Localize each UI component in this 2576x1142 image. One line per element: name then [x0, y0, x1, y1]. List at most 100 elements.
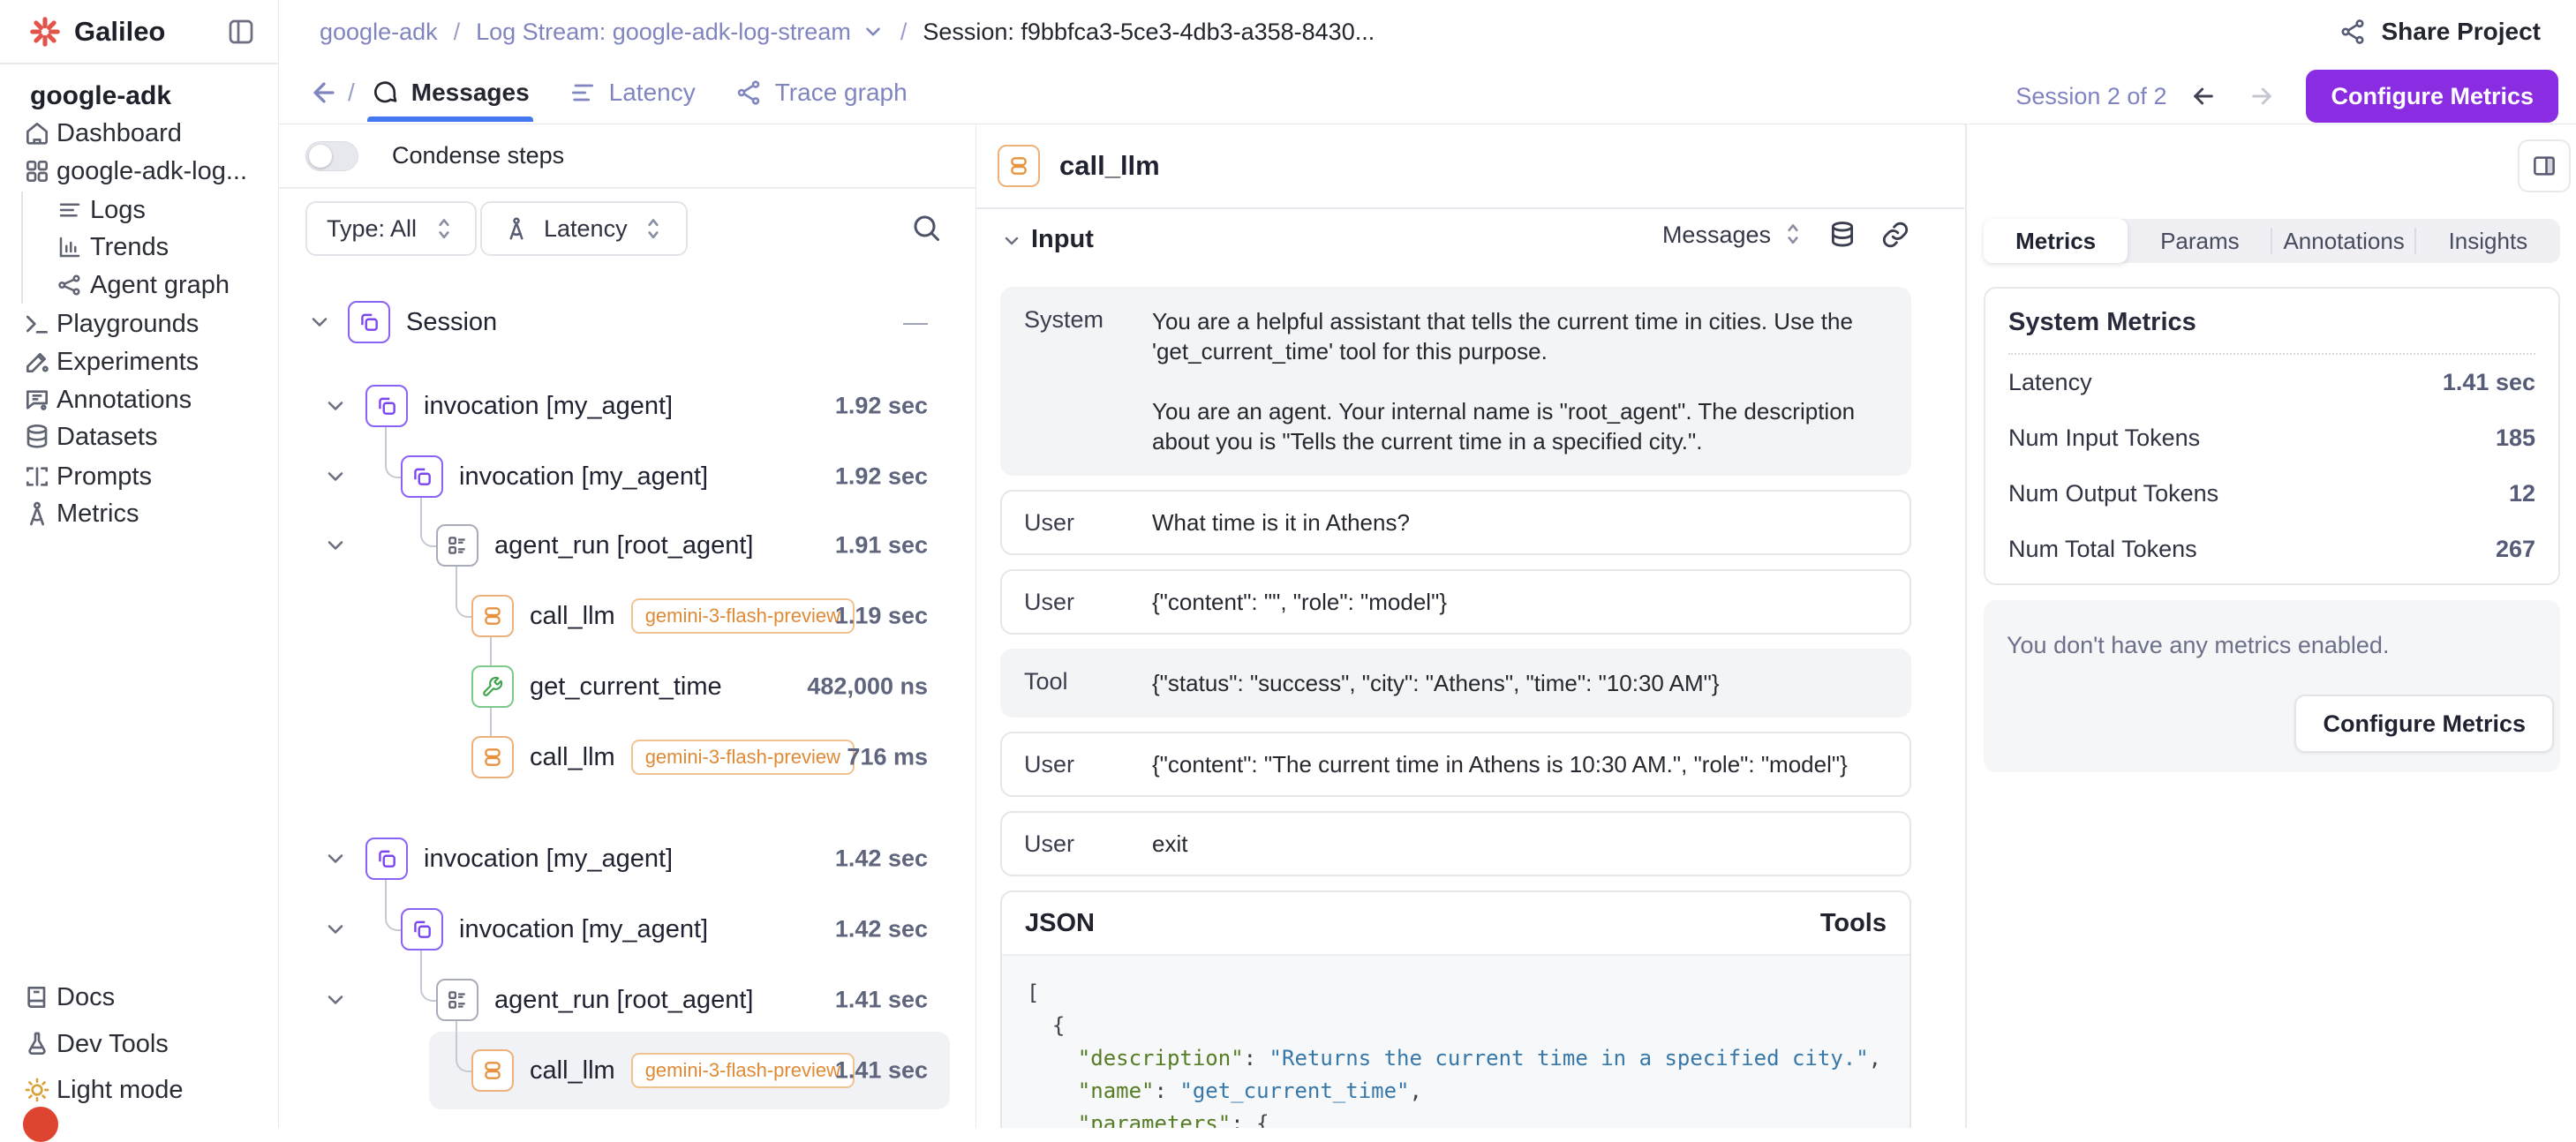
tab-params[interactable]: Params	[2128, 219, 2271, 263]
sidebar-item-prompts[interactable]: Prompts	[0, 458, 278, 495]
tree-row-invocation[interactable]: invocation [my_agent] 1.92 sec	[279, 381, 975, 431]
link-icon[interactable]	[1880, 220, 1910, 250]
brand-name: Galileo	[74, 16, 165, 48]
compass-icon	[23, 500, 51, 528]
sidebar-item-playgrounds[interactable]: Playgrounds	[0, 305, 278, 342]
model-badge: gemini-3-flash-preview	[631, 598, 855, 634]
sidebar-item-dashboard[interactable]: Dashboard	[0, 115, 278, 152]
sort-filter-dropdown[interactable]: Latency	[480, 201, 688, 256]
view-mode-select[interactable]: Messages	[1662, 221, 1804, 249]
prev-session-icon[interactable]	[2189, 82, 2218, 110]
tools-label[interactable]: Tools	[1820, 909, 1887, 938]
tab-messages[interactable]: Messages	[371, 64, 530, 122]
metric-row-input-tokens: Num Input Tokens 185	[2008, 410, 2535, 466]
chevron-down-icon[interactable]	[862, 20, 885, 43]
condense-steps-toggle[interactable]	[305, 141, 358, 171]
chevron-down-icon[interactable]	[1001, 230, 1022, 252]
tree-row-tool[interactable]: get_current_time 482,000 ns	[279, 662, 975, 711]
chevron-down-icon[interactable]	[323, 917, 348, 942]
sidebar-item-datasets[interactable]: Datasets	[0, 418, 278, 455]
breadcrumb-log-stream[interactable]: Log Stream: google-adk-log-stream	[476, 19, 851, 46]
llm-icon	[998, 145, 1040, 187]
user-avatar[interactable]	[23, 1107, 58, 1142]
metrics-empty-text: You don't have any metrics enabled.	[2007, 632, 2389, 659]
tree-row-call-llm[interactable]: call_llm gemini-3-flash-preview 1.19 sec	[279, 591, 975, 641]
home-icon	[23, 119, 51, 147]
sidebar-item-log-stream[interactable]: google-adk-log...	[0, 153, 278, 190]
tab-insights[interactable]: Insights	[2416, 219, 2560, 263]
sidebar-item-experiments[interactable]: Experiments	[0, 343, 278, 380]
condense-row: Condense steps	[279, 124, 975, 189]
graph-nodes-icon	[56, 272, 83, 298]
chevron-down-icon[interactable]	[307, 310, 332, 334]
message-user[interactable]: User What time is it in Athens?	[1000, 490, 1911, 555]
invocation-icon	[401, 455, 443, 498]
chevron-updown-icon	[642, 215, 665, 242]
pencil-icon	[23, 348, 51, 376]
metric-row-output-tokens: Num Output Tokens 12	[2008, 466, 2535, 522]
message-user[interactable]: User {"content": "The current time in At…	[1000, 732, 1911, 797]
share-project-button[interactable]: Share Project	[2339, 12, 2541, 51]
tree-row-call-llm[interactable]: call_llm gemini-3-flash-preview 716 ms	[279, 733, 975, 782]
session-icon	[348, 301, 390, 343]
tab-trace-graph[interactable]: Trace graph	[734, 64, 908, 122]
sidebar-collapse-icon[interactable]	[225, 16, 257, 48]
collapse-all-icon[interactable]: —	[903, 308, 928, 336]
tool-wrench-icon	[471, 665, 514, 708]
tab-annotations[interactable]: Annotations	[2272, 219, 2416, 263]
sidebar-item-annotations[interactable]: Annotations	[0, 381, 278, 418]
chevron-down-icon[interactable]	[323, 846, 348, 871]
sidebar-item-metrics[interactable]: Metrics	[0, 495, 278, 532]
search-icon[interactable]	[910, 212, 942, 244]
active-tab-underline	[367, 116, 533, 122]
configure-metrics-secondary-button[interactable]: Configure Metrics	[2294, 695, 2554, 753]
sidebar-item-dev-tools[interactable]: Dev Tools	[0, 1026, 278, 1063]
tree-row-session[interactable]: Session —	[279, 297, 975, 347]
sidebar-item-agent-graph[interactable]: Agent graph	[0, 267, 278, 304]
type-filter-dropdown[interactable]: Type: All	[305, 201, 477, 256]
compass-icon	[503, 215, 530, 242]
chevron-down-icon[interactable]	[323, 533, 348, 558]
dataset-icon[interactable]	[1827, 220, 1857, 250]
tree-row-call-llm-selected[interactable]: call_llm gemini-3-flash-preview 1.41 sec	[279, 1046, 975, 1095]
chevron-down-icon[interactable]	[323, 464, 348, 489]
tree-row-invocation[interactable]: invocation [my_agent] 1.92 sec	[279, 452, 975, 501]
chevron-down-icon[interactable]	[323, 394, 348, 418]
chevron-down-icon[interactable]	[323, 988, 348, 1012]
tree-row-agent-run[interactable]: agent_run [root_agent] 1.41 sec	[279, 975, 975, 1025]
tree-row-invocation[interactable]: invocation [my_agent] 1.42 sec	[279, 905, 975, 954]
system-metrics-card: System Metrics Latency 1.41 sec Num Inpu…	[1984, 287, 2560, 585]
message-user[interactable]: User exit	[1000, 811, 1911, 876]
configure-metrics-button[interactable]: Configure Metrics	[2306, 70, 2558, 123]
tree-row-invocation[interactable]: invocation [my_agent] 1.42 sec	[279, 834, 975, 883]
message-user[interactable]: User {"content": "", "role": "model"}	[1000, 569, 1911, 635]
panel-toggle-button[interactable]	[2518, 139, 2571, 192]
next-session-icon[interactable]	[2248, 82, 2276, 110]
agent-run-icon	[436, 524, 478, 567]
sidebar-item-docs[interactable]: Docs	[0, 979, 278, 1016]
sidebar-item-light-mode[interactable]: Light mode	[0, 1071, 278, 1108]
sidebar-item-trends[interactable]: Trends	[0, 229, 278, 266]
llm-icon	[471, 1049, 514, 1092]
tab-latency[interactable]: Latency	[569, 64, 696, 122]
tree-row-agent-run[interactable]: agent_run [root_agent] 1.91 sec	[279, 521, 975, 570]
galileo-logo-icon	[28, 15, 62, 49]
json-code[interactable]: [ { "description": "Returns the current …	[1002, 956, 1909, 1128]
flask-icon	[23, 1030, 51, 1058]
tab-metrics[interactable]: Metrics	[1984, 219, 2128, 263]
breadcrumb-project[interactable]: google-adk	[320, 19, 438, 46]
agent-run-icon	[436, 979, 478, 1021]
back-arrow-icon[interactable]	[309, 78, 339, 108]
message-system[interactable]: System You are a helpful assistant that …	[1000, 287, 1911, 476]
messages-list: System You are a helpful assistant that …	[1000, 287, 1911, 1128]
message-tool[interactable]: Tool {"status": "success", "city": "Athe…	[1000, 649, 1911, 718]
filter-row: Type: All Latency	[279, 187, 975, 267]
input-section-title: Input	[1031, 225, 1094, 254]
model-badge: gemini-3-flash-preview	[631, 740, 855, 775]
logs-icon	[56, 197, 83, 223]
span-header: call_llm	[976, 124, 1964, 209]
input-section-header: Input Messages	[976, 216, 1964, 266]
user-email-clipped: …	[74, 1117, 304, 1128]
metric-row-latency: Latency 1.41 sec	[2008, 355, 2535, 410]
sidebar-item-logs[interactable]: Logs	[0, 192, 278, 229]
